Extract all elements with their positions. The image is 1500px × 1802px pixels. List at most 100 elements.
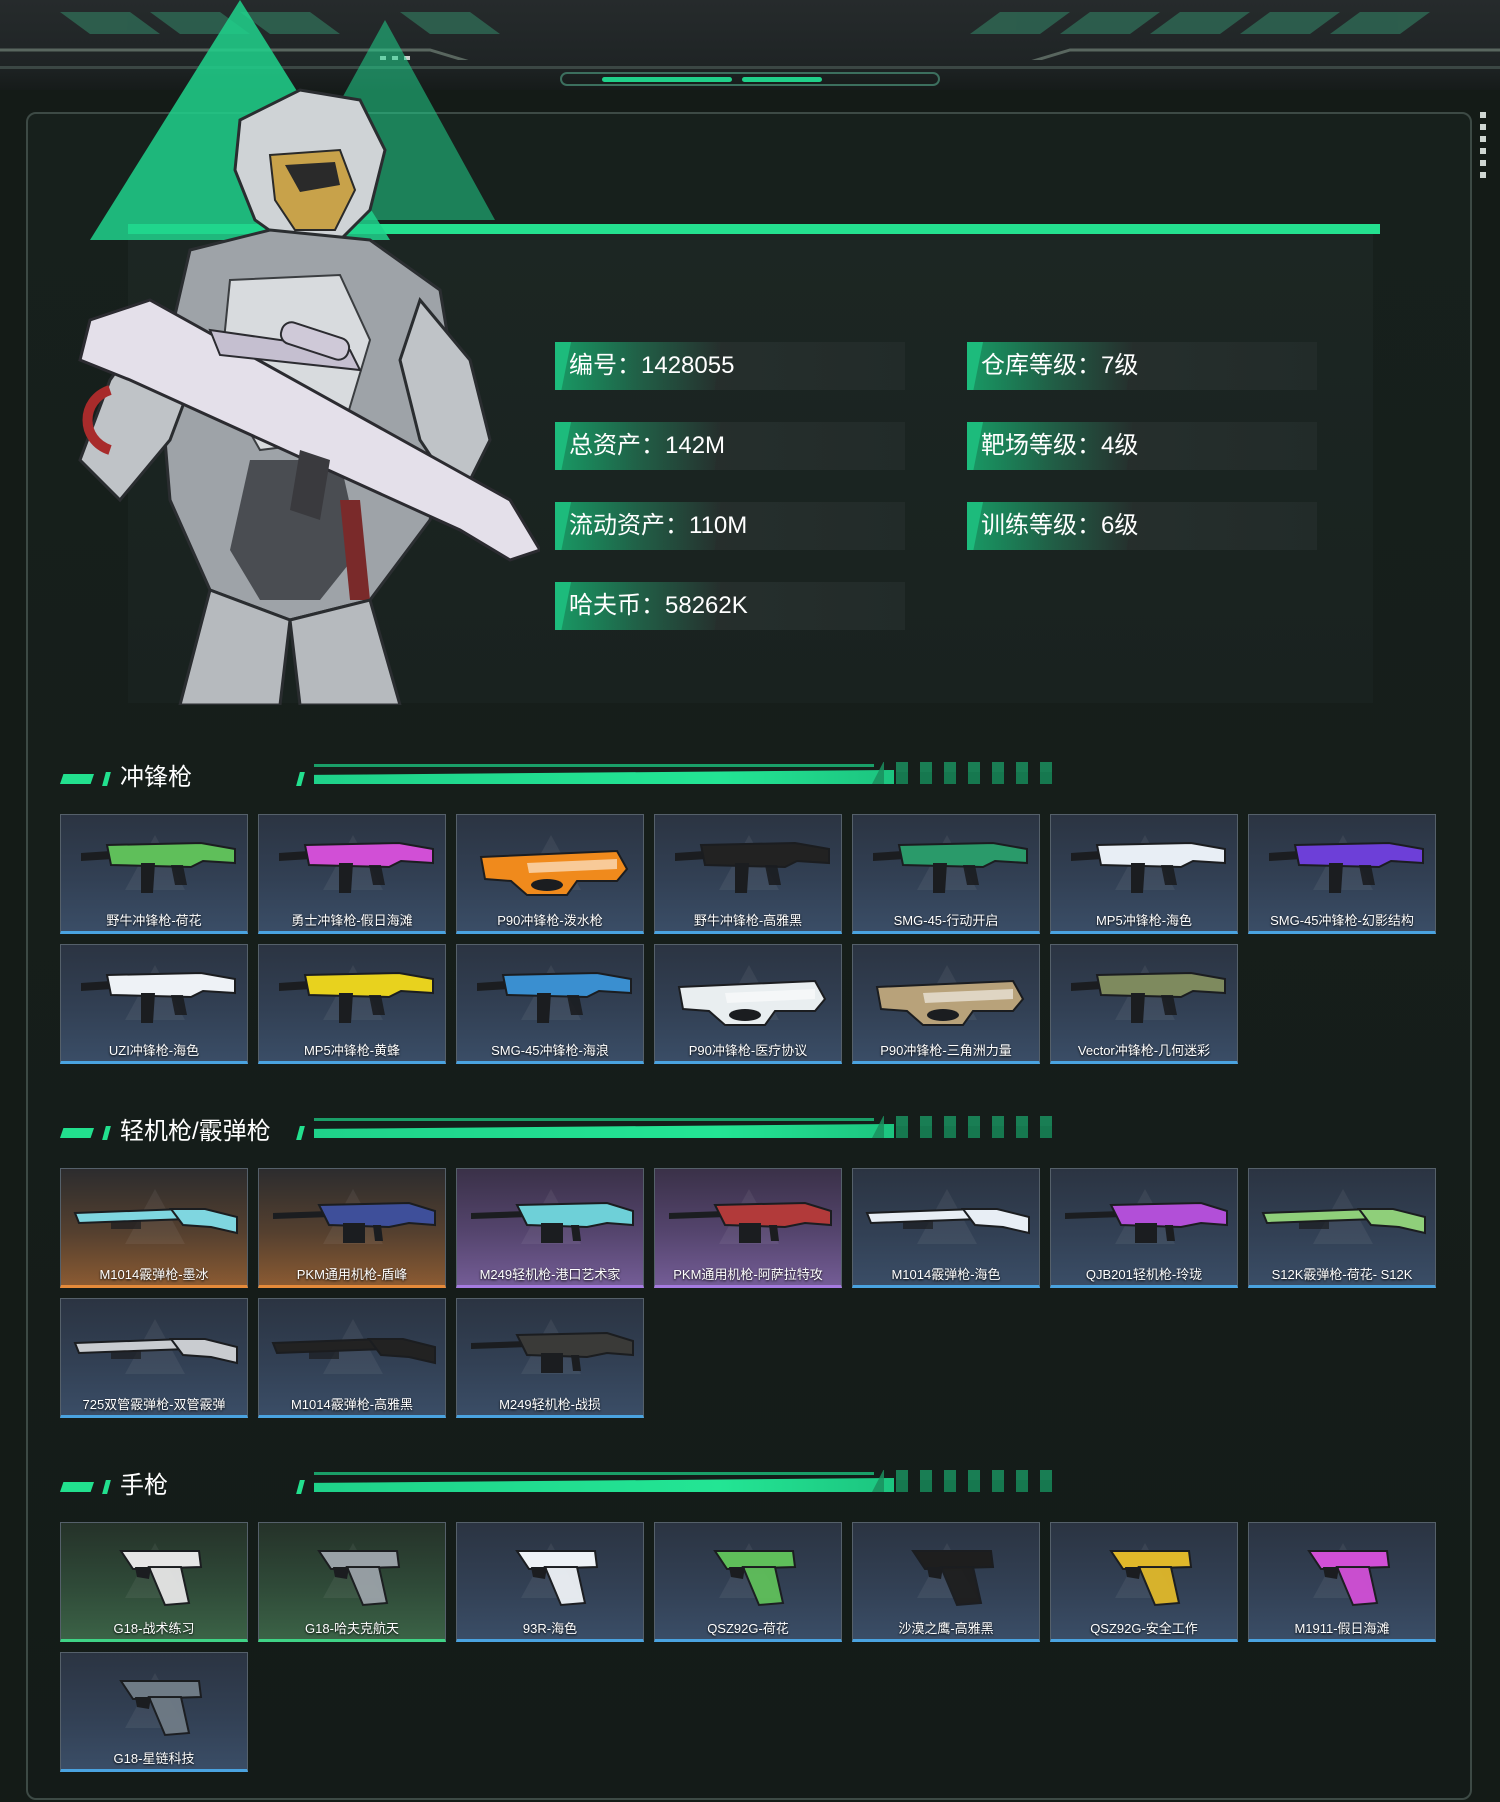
weapon-name: 725双管霰弹枪-双管霰弹	[82, 1397, 226, 1412]
weapon-card[interactable]: 野牛冲锋枪-荷花	[60, 814, 248, 934]
lmg-weapon-icon	[669, 1201, 832, 1243]
weapon-name: P90冲锋枪-三角洲力量	[880, 1043, 1012, 1058]
weapon-card[interactable]: M1014霰弹枪-海色	[852, 1168, 1040, 1288]
stat-label: 训练等级：	[981, 512, 1101, 539]
stat-row-right-0: 仓库等级：7级	[967, 342, 1317, 390]
weapon-card[interactable]: 93R-海色	[456, 1522, 644, 1642]
weapon-name: QSZ92G-安全工作	[1090, 1621, 1198, 1636]
stat-text: 总资产：142M	[569, 422, 725, 470]
pistol-weapon-icon	[911, 1550, 995, 1607]
weapon-card[interactable]: G18-哈夫克航天	[258, 1522, 446, 1642]
pistol-weapon-icon	[713, 1550, 797, 1607]
stat-text: 靶场等级：4级	[981, 422, 1138, 470]
stat-text: 训练等级：6级	[981, 502, 1138, 550]
weapon-name: 勇士冲锋枪-假日海滩	[291, 913, 413, 928]
stat-label: 总资产：	[569, 432, 665, 459]
weapon-card[interactable]: Vector冲锋枪-几何迷彩	[1050, 944, 1238, 1064]
weapon-name: G18-哈夫克航天	[305, 1621, 399, 1636]
shotgun-weapon-icon	[1261, 1207, 1426, 1235]
stat-row-right-2: 训练等级：6级	[967, 502, 1317, 550]
weapon-name: 野牛冲锋枪-荷花	[106, 913, 202, 928]
weapon-name: M249轻机枪-战损	[499, 1397, 601, 1412]
weapon-name: UZI冲锋枪-海色	[108, 1043, 200, 1058]
weapon-name: G18-星链科技	[113, 1751, 195, 1766]
weapon-card[interactable]: QJB201轻机枪-玲珑	[1050, 1168, 1238, 1288]
weapon-card[interactable]: SMG-45冲锋枪-幻影结构	[1248, 814, 1436, 934]
weapon-name: 野牛冲锋枪-高雅黑	[693, 913, 803, 928]
weapon-card[interactable]: P90冲锋枪-医疗协议	[654, 944, 842, 1064]
section-header-1: 轻机枪/霰弹枪	[60, 1114, 1062, 1154]
section-mark-block	[60, 1128, 94, 1138]
stat-value: 7级	[1101, 352, 1139, 379]
stat-label: 仓库等级：	[981, 352, 1101, 379]
weapon-card[interactable]: M1014霰弹枪-高雅黑	[258, 1298, 446, 1418]
stat-label: 编号：	[569, 352, 641, 379]
stat-value: 110M	[689, 512, 748, 539]
weapon-card[interactable]: QSZ92G-安全工作	[1050, 1522, 1238, 1642]
section-bar	[314, 770, 894, 784]
section-bar-slash	[296, 1126, 305, 1140]
section-bar	[314, 1124, 894, 1138]
weapon-name: PKM通用机枪-阿萨拉特攻	[673, 1267, 823, 1282]
weapon-card[interactable]: PKM通用机枪-盾峰	[258, 1168, 446, 1288]
weapon-card[interactable]: P90冲锋枪-三角洲力量	[852, 944, 1040, 1064]
weapon-card[interactable]: G18-星链科技	[60, 1652, 248, 1772]
section-mark-block	[60, 1482, 94, 1492]
pistol-weapon-icon	[515, 1550, 599, 1607]
weapon-name: 93R-海色	[522, 1621, 578, 1636]
weapon-card[interactable]: M1014霰弹枪-墨冰	[60, 1168, 248, 1288]
weapon-card[interactable]: M1911-假日海滩	[1248, 1522, 1436, 1642]
weapon-name: MP5冲锋枪-黄蜂	[303, 1043, 401, 1058]
section-checker-decor-lower	[884, 772, 1054, 784]
weapon-name: 沙漠之鹰-高雅黑	[898, 1621, 994, 1636]
lmg-weapon-icon	[273, 1201, 436, 1243]
weapon-card[interactable]: G18-战术练习	[60, 1522, 248, 1642]
pistol-weapon-icon	[317, 1550, 401, 1607]
stat-text: 哈夫币：58262K	[569, 582, 748, 630]
stat-value: 142M	[665, 432, 726, 459]
shotgun-weapon-icon	[73, 1337, 238, 1365]
weapon-card[interactable]: QSZ92G-荷花	[654, 1522, 842, 1642]
shotgun-weapon-icon	[865, 1207, 1030, 1235]
lmg-weapon-icon	[471, 1201, 634, 1243]
weapon-card[interactable]: M249轻机枪-港口艺术家	[456, 1168, 644, 1288]
weapon-card[interactable]: SMG-45冲锋枪-海浪	[456, 944, 644, 1064]
side-scroll-dots	[1480, 112, 1486, 182]
weapon-name: QSZ92G-荷花	[707, 1621, 789, 1636]
weapon-card[interactable]: MP5冲锋枪-黄蜂	[258, 944, 446, 1064]
header-pill-left	[602, 77, 732, 82]
weapon-card[interactable]: SMG-45-行动开启	[852, 814, 1040, 934]
stat-row-left-3: 哈夫币：58262K	[555, 582, 905, 630]
pistol-weapon-icon	[1307, 1550, 1391, 1607]
weapon-name: M1014霰弹枪-墨冰	[99, 1267, 209, 1282]
weapon-name: S12K霰弹枪-荷花- S12K	[1271, 1267, 1413, 1282]
weapon-card[interactable]: 勇士冲锋枪-假日海滩	[258, 814, 446, 934]
weapon-name: M1014霰弹枪-高雅黑	[290, 1397, 414, 1412]
stat-row-left-0: 编号：1428055	[555, 342, 905, 390]
weapon-card[interactable]: P90冲锋枪-泼水枪	[456, 814, 644, 934]
section-mark-slash	[102, 772, 111, 786]
weapon-card[interactable]: M249轻机枪-战损	[456, 1298, 644, 1418]
weapon-card[interactable]: 725双管霰弹枪-双管霰弹	[60, 1298, 248, 1418]
pistol-weapon-icon	[1109, 1550, 1193, 1607]
stat-value: 1428055	[641, 352, 735, 379]
weapon-card[interactable]: 野牛冲锋枪-高雅黑	[654, 814, 842, 934]
header-pill-right	[742, 77, 822, 82]
weapon-card[interactable]: S12K霰弹枪-荷花- S12K	[1248, 1168, 1436, 1288]
weapon-name: PKM通用机枪-盾峰	[296, 1267, 408, 1282]
stat-row-left-1: 总资产：142M	[555, 422, 905, 470]
stat-value: 6级	[1101, 512, 1139, 539]
section-title: 冲锋枪	[120, 764, 192, 791]
weapon-name: M1014霰弹枪-海色	[891, 1267, 1001, 1282]
weapon-name: MP5冲锋枪-海色	[1095, 913, 1193, 928]
lmg-weapon-icon	[1065, 1201, 1228, 1243]
weapon-card[interactable]: 沙漠之鹰-高雅黑	[852, 1522, 1040, 1642]
weapon-card[interactable]: PKM通用机枪-阿萨拉特攻	[654, 1168, 842, 1288]
section-bar	[314, 1478, 894, 1492]
section-checker-decor-lower	[884, 1480, 1054, 1492]
stat-text: 仓库等级：7级	[981, 342, 1138, 390]
pistol-weapon-icon	[119, 1680, 203, 1737]
stat-row-left-2: 流动资产：110M	[555, 502, 905, 550]
weapon-card[interactable]: MP5冲锋枪-海色	[1050, 814, 1238, 934]
weapon-card[interactable]: UZI冲锋枪-海色	[60, 944, 248, 1064]
